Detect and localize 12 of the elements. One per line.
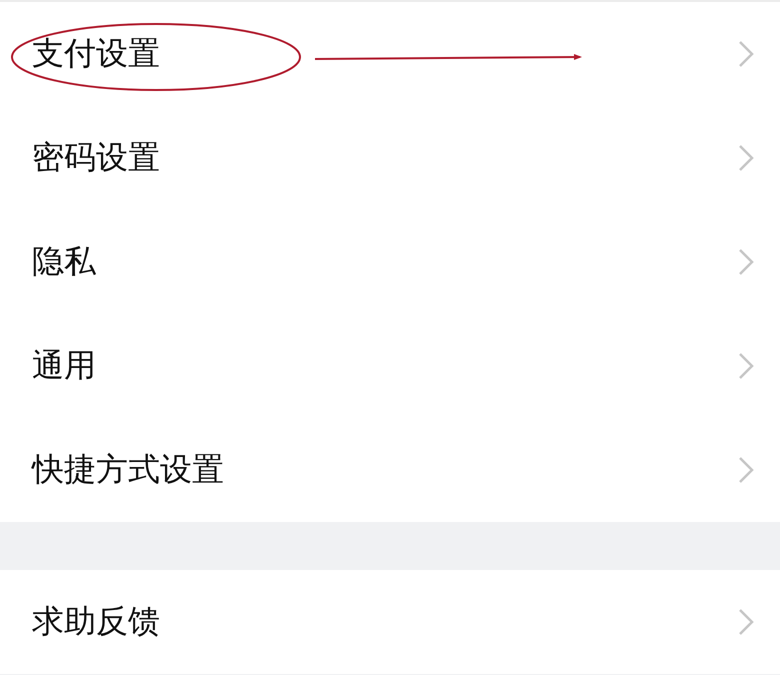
chevron-icon	[738, 352, 754, 380]
row-label: 密码设置	[32, 137, 160, 178]
chevron-icon	[738, 144, 754, 172]
row-label: 通用	[32, 345, 96, 386]
row-label: 快捷方式设置	[32, 449, 224, 490]
chevron-icon	[738, 40, 754, 68]
row-label: 支付设置	[32, 33, 160, 74]
row-label: 求助反馈	[32, 601, 160, 642]
chevron-icon	[738, 608, 754, 636]
row-label: 隐私	[32, 241, 96, 282]
chevron-icon	[738, 456, 754, 484]
chevron-icon	[738, 248, 754, 276]
